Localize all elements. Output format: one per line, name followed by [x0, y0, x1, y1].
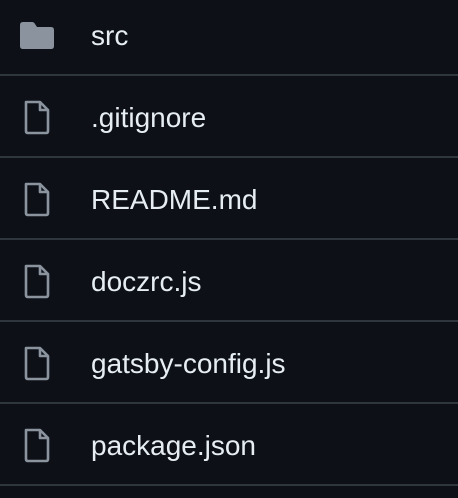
- file-name: package.json: [91, 430, 257, 461]
- file-icon: [18, 98, 56, 136]
- file-icon: [18, 262, 56, 300]
- file-name: src: [91, 20, 129, 51]
- file-row-package-json[interactable]: package.json: [0, 404, 458, 486]
- file-icon: [18, 344, 56, 382]
- file-name: README.md: [91, 184, 258, 215]
- file-row-src[interactable]: src: [0, 0, 458, 76]
- file-row-gitignore[interactable]: .gitignore: [0, 76, 458, 158]
- file-row-doczrc[interactable]: doczrc.js: [0, 240, 458, 322]
- file-row-gatsby-config[interactable]: gatsby-config.js: [0, 322, 458, 404]
- file-row-readme[interactable]: README.md: [0, 158, 458, 240]
- file-list: src .gitignore README.md doczrc.js gatsb…: [0, 0, 458, 498]
- folder-icon: [18, 16, 56, 54]
- file-name: doczrc.js: [91, 266, 202, 297]
- file-name: gatsby-config.js: [91, 348, 286, 379]
- file-icon: [18, 426, 56, 464]
- file-icon: [18, 180, 56, 218]
- file-name: .gitignore: [91, 102, 207, 133]
